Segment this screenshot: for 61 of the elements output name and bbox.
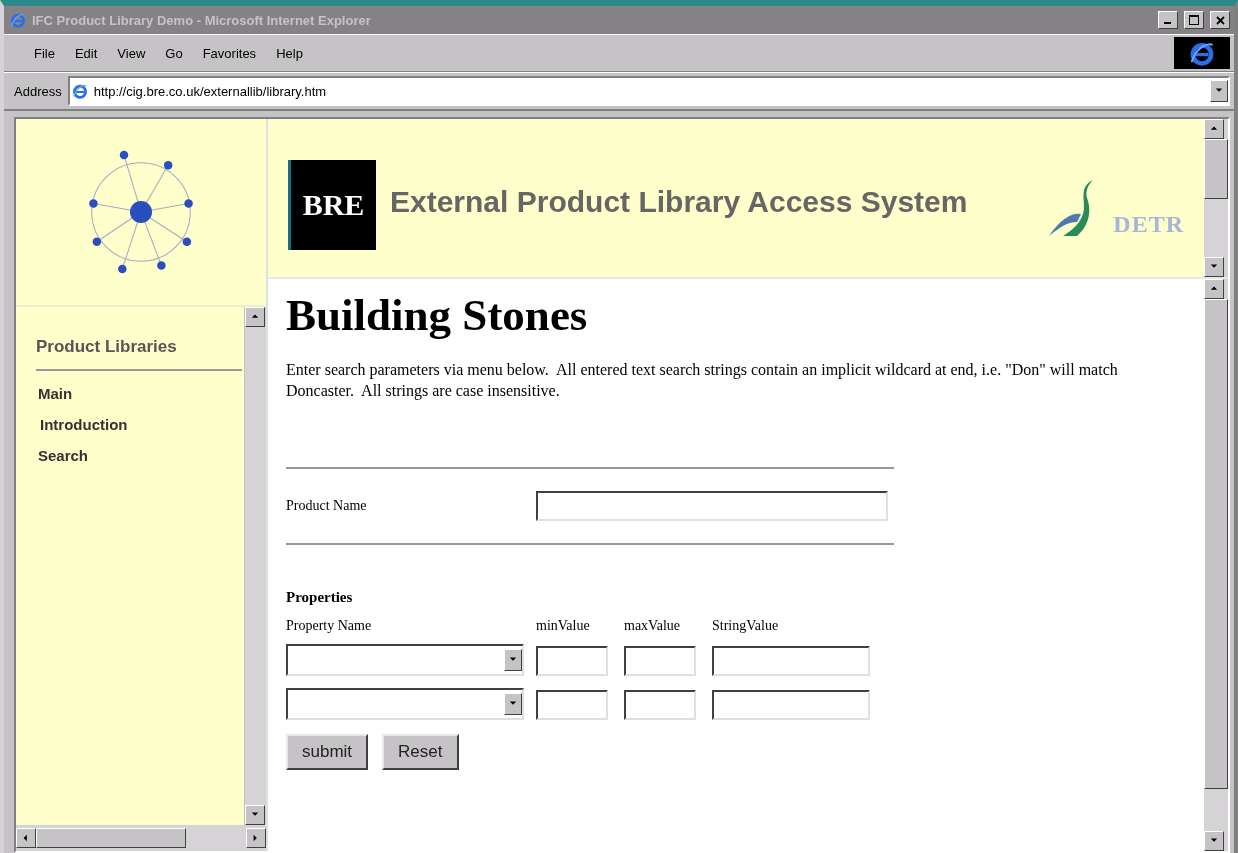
page-icon [71, 83, 88, 99]
dropdown-button[interactable] [1210, 80, 1228, 102]
min-value-field[interactable] [536, 646, 608, 676]
property-select[interactable] [286, 644, 524, 676]
close-icon [1215, 15, 1225, 25]
scroll-arrow-button[interactable] [245, 307, 265, 327]
address-field[interactable]: http://cig.bre.co.uk/externallib/library.htm [67, 76, 1230, 106]
max-value-field[interactable] [624, 646, 696, 676]
scroll-thumb[interactable] [36, 828, 186, 848]
menu-item[interactable]: File [34, 45, 55, 61]
up-arrow-icon [251, 313, 259, 321]
scroll-arrow-button[interactable] [1204, 831, 1224, 851]
menu-item[interactable]: Help [276, 45, 303, 61]
scroll-thumb[interactable] [1204, 139, 1228, 199]
nav-link[interactable]: Search [38, 447, 89, 464]
column-label: minValue [536, 618, 591, 634]
left-arrow-icon [22, 834, 30, 842]
menu-item[interactable]: Go [165, 45, 183, 61]
scroll-thumb[interactable] [1204, 299, 1228, 789]
nav-link[interactable]: Main [38, 385, 73, 402]
scroll-arrow-button[interactable] [246, 828, 266, 848]
browser-logo-icon [1189, 40, 1215, 66]
property-select[interactable] [286, 688, 524, 720]
page-heading: Building Stones [286, 289, 589, 341]
min-value-field[interactable] [536, 690, 608, 720]
intro-paragraph: Enter search parameters via menu below. All entered text search strings contain an implicit wildcard at end, i.e. "Don" will match Doncaster. All strings are case insensitive. [286, 360, 1119, 401]
section-heading: Properties [286, 589, 354, 606]
dropdown-button[interactable] [504, 693, 522, 715]
bre-logo: BRE [288, 160, 376, 250]
sidebar-heading: Product Libraries [36, 337, 242, 371]
scroll-arrow-button[interactable] [16, 828, 36, 848]
browser-icon [10, 12, 26, 28]
submit-button[interactable]: submit [286, 734, 369, 770]
close-button[interactable] [1210, 11, 1230, 29]
column-label: Property Name [286, 618, 373, 634]
scroll-arrow-button[interactable] [245, 805, 265, 825]
address-label: Address [14, 83, 62, 99]
scroll-arrow-button[interactable] [1204, 279, 1224, 299]
up-arrow-icon [1210, 125, 1218, 133]
minimize-button[interactable] [1158, 11, 1178, 29]
detr-logo-text: DETR [1113, 211, 1184, 238]
field-label: Product Name [286, 498, 368, 514]
string-value-field[interactable] [712, 646, 870, 676]
scroll-arrow-button[interactable] [1204, 257, 1224, 277]
window-title: IFC Product Library Demo - Microsoft Internet Explorer [32, 12, 372, 28]
product-name-field[interactable] [536, 491, 888, 521]
max-value-field[interactable] [624, 690, 696, 720]
dropdown-button[interactable] [504, 649, 522, 671]
maximize-button[interactable] [1184, 11, 1204, 29]
column-label: maxValue [624, 618, 681, 634]
nav-link[interactable]: Introduction [40, 416, 128, 433]
header-title: External Product Library Access System [390, 185, 969, 219]
reset-button[interactable]: Reset [382, 734, 459, 770]
column-label: StringValue [712, 618, 780, 634]
menu-item[interactable]: Favorites [202, 45, 257, 61]
menu-item[interactable]: View [117, 45, 146, 61]
string-value-field[interactable] [712, 690, 870, 720]
scroll-arrow-button[interactable] [1204, 119, 1224, 139]
up-arrow-icon [1210, 285, 1218, 293]
menu-item[interactable]: Edit [74, 45, 98, 61]
maximize-icon [1189, 15, 1199, 25]
